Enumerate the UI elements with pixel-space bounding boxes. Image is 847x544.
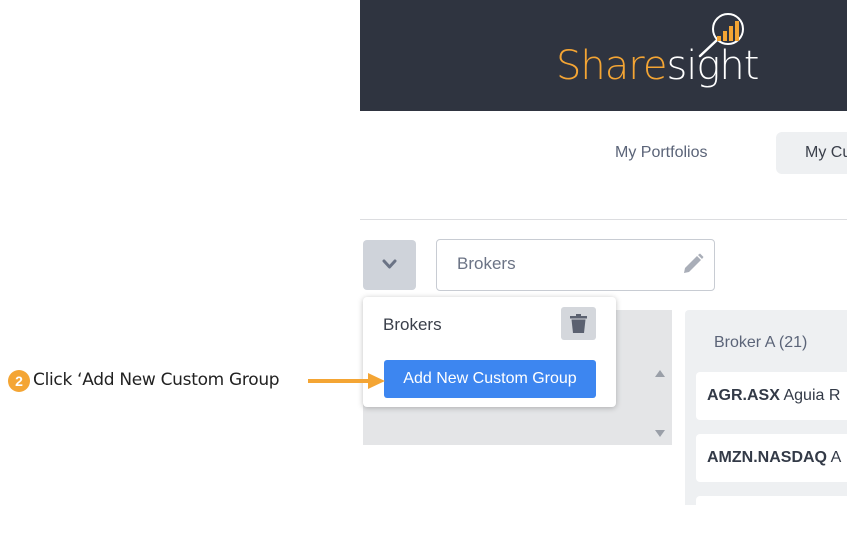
- app-header: Sharesight: [360, 0, 847, 111]
- broker-column-title: Broker A (21): [714, 334, 808, 351]
- holding-name: A: [830, 449, 842, 466]
- dropdown-group-item[interactable]: Brokers: [383, 315, 442, 335]
- delete-group-button[interactable]: [561, 307, 596, 340]
- chevron-down-icon: [382, 259, 397, 269]
- holding-card[interactable]: AGR.ASX Aguia R: [696, 372, 847, 420]
- holding-card[interactable]: [696, 496, 847, 544]
- custom-group-dropdown: Brokers Add New Custom Group: [363, 297, 616, 407]
- group-dropdown-toggle[interactable]: [363, 240, 416, 290]
- trash-icon: [570, 314, 587, 333]
- group-name-input[interactable]: [457, 254, 667, 274]
- group-name-field[interactable]: [436, 239, 715, 291]
- nav-my-custom-groups[interactable]: My Cu: [776, 132, 847, 174]
- scroll-down-arrow-icon[interactable]: [654, 428, 666, 438]
- holding-code: AMZN.NASDAQ: [707, 449, 827, 466]
- add-new-custom-group-button[interactable]: Add New Custom Group: [384, 360, 596, 398]
- step-number-badge: 2: [8, 370, 30, 392]
- holding-name: Aguia R: [783, 387, 841, 404]
- nav-my-portfolios[interactable]: My Portfolios: [615, 144, 707, 162]
- arrow-pointer-icon: [308, 373, 385, 389]
- magnifier-chart-icon: [698, 13, 744, 58]
- step-instruction-text: Click ‘Add New Custom Group: [33, 370, 280, 390]
- holding-card[interactable]: AMZN.NASDAQ A: [696, 434, 847, 482]
- main-nav: My Portfolios My Cu: [360, 111, 847, 220]
- broker-column: Broker A (21) AGR.ASX Aguia R AMZN.NASDA…: [685, 310, 847, 544]
- pencil-icon[interactable]: [682, 253, 704, 275]
- holding-text: AGR.ASX Aguia R: [707, 387, 840, 405]
- nav-my-custom-groups-label: My Cu: [805, 144, 847, 161]
- holding-code: AGR.ASX: [707, 387, 780, 404]
- holding-text: AMZN.NASDAQ A: [707, 449, 841, 467]
- logo-share-text: Share: [556, 43, 667, 89]
- scroll-up-arrow-icon[interactable]: [654, 369, 666, 379]
